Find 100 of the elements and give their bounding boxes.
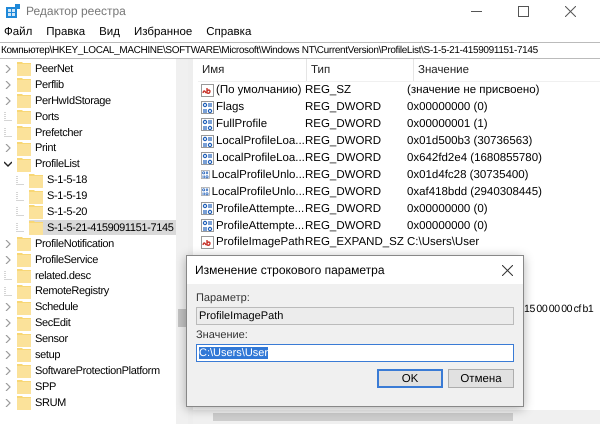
- column-header[interactable]: Значение: [413, 59, 469, 81]
- folder-icon: [29, 204, 43, 220]
- expand-chevron-icon[interactable]: [4, 319, 12, 328]
- value-data: 0x00000001 (1): [407, 118, 488, 130]
- tree-item[interactable]: ProfileList: [17, 156, 82, 172]
- value-name: (По умолчанию): [216, 84, 302, 96]
- value-data: 0x01d500b3 (30736563): [407, 135, 532, 148]
- value-name: FullProfile: [216, 118, 268, 130]
- maximize-icon[interactable]: [518, 6, 529, 16]
- tree-item[interactable]: SRUM: [17, 395, 68, 410]
- tree-item[interactable]: Perflib: [17, 77, 66, 92]
- tree-item[interactable]: Schedule: [17, 300, 80, 315]
- expand-chevron-icon[interactable]: [4, 80, 12, 89]
- expand-chevron-icon[interactable]: [4, 64, 12, 73]
- value-type: REG_DWORD: [305, 101, 382, 114]
- value-name: ProfileAttempte...: [216, 202, 304, 215]
- value-data: 0x00000000 (0): [407, 101, 488, 114]
- value-data: 0x00000000 (0): [407, 202, 488, 215]
- value-name: Flags: [216, 101, 244, 114]
- tree-item[interactable]: Sensor: [17, 332, 70, 347]
- value-type: REG_EXPAND_SZ: [305, 236, 405, 248]
- value-data: 0x01d4fc28 (30735400): [407, 168, 528, 181]
- value-type: REG_DWORD: [305, 168, 382, 181]
- minimize-icon[interactable]: [471, 10, 482, 12]
- menu-item[interactable]: Правка: [46, 26, 86, 38]
- tree-item[interactable]: S-1-5-21-4159091151-7145: [29, 220, 176, 236]
- tree-item[interactable]: related.desc: [17, 268, 93, 284]
- expand-chevron-icon[interactable]: [4, 382, 12, 391]
- close-icon[interactable]: [502, 264, 513, 276]
- menu-item[interactable]: Вид: [99, 26, 120, 38]
- expand-chevron-icon[interactable]: [4, 366, 12, 375]
- folder-icon: [29, 220, 43, 236]
- address-field[interactable]: Компьютер\HKEY_LOCAL_MACHINE\SOFTWARE\Microsoft\Windows NT\CurrentVersion\ProfileList\S-1-5-21-4159091151-7145: [0, 42, 600, 59]
- value-data: 0x00000000 (0): [407, 220, 488, 232]
- folder-icon: [17, 156, 31, 172]
- folder-icon: [17, 363, 31, 378]
- ok-button[interactable]: OK: [377, 369, 443, 388]
- value-data: (значение не присвоено): [407, 84, 540, 96]
- cancel-button[interactable]: Отмена: [448, 369, 514, 388]
- tree-item[interactable]: ProfileNotification: [17, 236, 116, 252]
- tree-item[interactable]: SoftwareProtectionPlatform: [17, 363, 162, 378]
- tree-item[interactable]: Print: [17, 140, 58, 156]
- folder-icon: [17, 395, 31, 410]
- tree-item[interactable]: SPP: [17, 379, 58, 394]
- expand-chevron-icon[interactable]: [4, 256, 12, 264]
- tree-item[interactable]: RemoteRegistry: [17, 284, 111, 299]
- value-type: REG_DWORD: [305, 186, 382, 198]
- field-label: Значение:: [196, 329, 249, 341]
- folder-icon: [29, 172, 43, 188]
- tree-item[interactable]: S-1-5-20: [29, 204, 89, 220]
- value-data: 0xaf418bdd (2940308445): [407, 186, 542, 198]
- value-type: REG_DWORD: [305, 202, 382, 215]
- collapse-chevron-icon[interactable]: [4, 160, 12, 168]
- vertical-scrollbar[interactable]: [176, 59, 188, 424]
- tree-item[interactable]: S-1-5-18: [29, 172, 89, 188]
- tree-item[interactable]: SecEdit: [17, 316, 72, 331]
- folder-icon: [17, 140, 31, 156]
- expand-chevron-icon[interactable]: [4, 144, 12, 152]
- tree-item[interactable]: S-1-5-19: [29, 188, 89, 204]
- value-name: LocalProfileLoa...: [216, 135, 305, 148]
- menu-item[interactable]: Файл: [4, 26, 32, 38]
- column-header[interactable]: Имя: [198, 64, 306, 76]
- registry-icon: [6, 4, 20, 18]
- name-field[interactable]: ProfileImagePath: [196, 307, 514, 325]
- window-title: Редактор реестра: [26, 4, 126, 18]
- expand-chevron-icon[interactable]: [4, 303, 12, 312]
- tree-item[interactable]: Ports: [17, 109, 61, 124]
- value-name: LocalProfileLoa...: [216, 152, 305, 164]
- folder-icon: [17, 109, 31, 124]
- value-field[interactable]: C:\Users\User: [196, 344, 514, 362]
- tree-item[interactable]: PerHwIdStorage: [17, 93, 113, 108]
- folder-icon: [17, 61, 31, 76]
- value-data: 0x642fd2e4 (1680855780): [407, 152, 542, 164]
- column-header[interactable]: Тип: [306, 59, 413, 81]
- tree-item[interactable]: PeerNet: [17, 61, 75, 76]
- dialog-title: Изменение строкового параметра: [195, 263, 385, 277]
- tree-item[interactable]: setup: [17, 347, 62, 362]
- value-name: ProfileImagePath: [216, 236, 304, 248]
- folder-icon: [17, 93, 31, 108]
- expand-chevron-icon[interactable]: [4, 240, 12, 248]
- value-data: 15 00 00 00 cf b1: [524, 303, 594, 316]
- menu-item[interactable]: Справка: [206, 26, 252, 38]
- menu-item[interactable]: Избранное: [134, 26, 192, 38]
- tree-item[interactable]: ProfileService: [17, 252, 100, 268]
- folder-icon: [17, 268, 31, 284]
- value-name: ProfileAttempte...: [216, 220, 304, 232]
- expand-chevron-icon[interactable]: [4, 335, 12, 344]
- tree-item[interactable]: Prefetcher: [17, 125, 84, 140]
- value-type: REG_DWORD: [305, 118, 382, 130]
- value-type: REG_DWORD: [305, 135, 382, 148]
- horizontal-scrollbar[interactable]: [193, 410, 600, 424]
- expand-chevron-icon[interactable]: [4, 96, 12, 105]
- value-type: REG_DWORD: [305, 220, 382, 232]
- folder-icon: [17, 332, 31, 347]
- value-type: REG_SZ: [305, 84, 352, 96]
- value-data: C:\Users\User: [407, 236, 480, 248]
- expand-chevron-icon[interactable]: [4, 350, 12, 359]
- close-icon[interactable]: [565, 6, 576, 16]
- folder-icon: [17, 316, 31, 331]
- expand-chevron-icon[interactable]: [4, 398, 12, 407]
